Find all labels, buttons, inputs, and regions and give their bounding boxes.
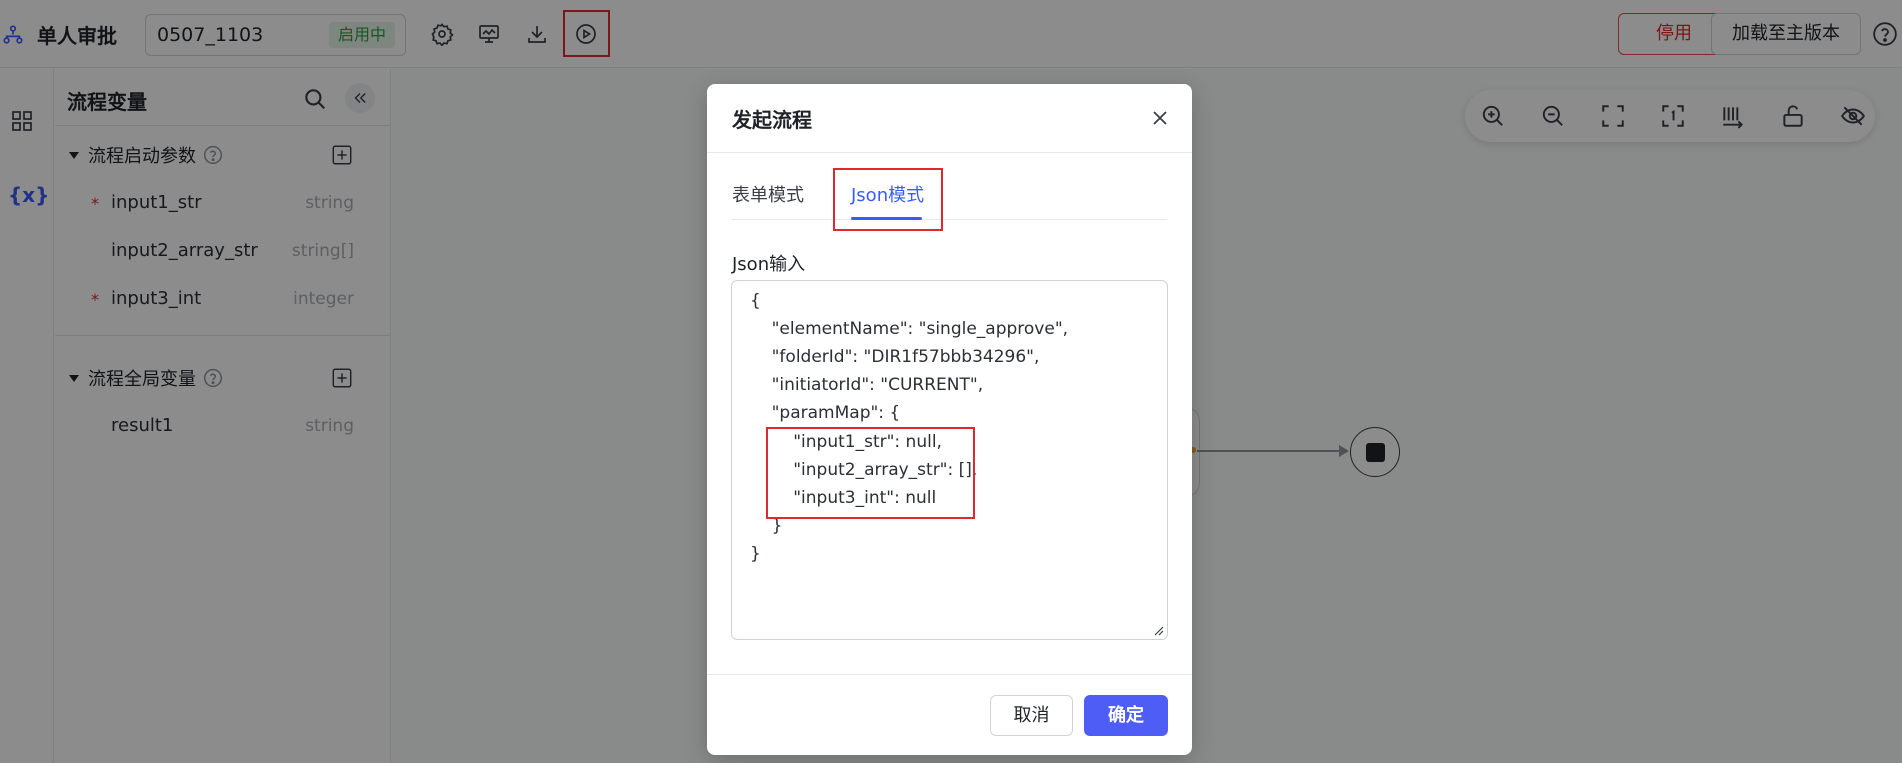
json-line: }	[750, 516, 783, 536]
divider	[707, 674, 1192, 675]
close-icon[interactable]	[1148, 106, 1172, 130]
dialog-title: 发起流程	[732, 108, 812, 132]
json-line: "paramMap": {	[750, 403, 901, 423]
json-line: {	[750, 291, 761, 311]
resize-grip-icon[interactable]	[1152, 624, 1164, 636]
tabs-divider	[732, 219, 1167, 220]
json-input-label: Json输入	[732, 254, 806, 275]
start-process-dialog: 发起流程 表单模式 Json模式 Json输入 { "elementName":…	[707, 84, 1192, 755]
cancel-button[interactable]: 取消	[990, 695, 1073, 736]
param-map-highlight	[766, 427, 975, 519]
divider	[707, 152, 1192, 153]
json-line: }	[750, 544, 761, 564]
tab-form-mode[interactable]: 表单模式	[732, 181, 804, 207]
json-tab-highlight	[833, 168, 943, 231]
json-line: "folderId": "DIR1f57bbb34296",	[750, 347, 1040, 367]
json-line: "initiatorId": "CURRENT",	[750, 375, 984, 395]
json-line: "elementName": "single_approve",	[750, 319, 1069, 339]
confirm-button[interactable]: 确定	[1084, 695, 1168, 736]
